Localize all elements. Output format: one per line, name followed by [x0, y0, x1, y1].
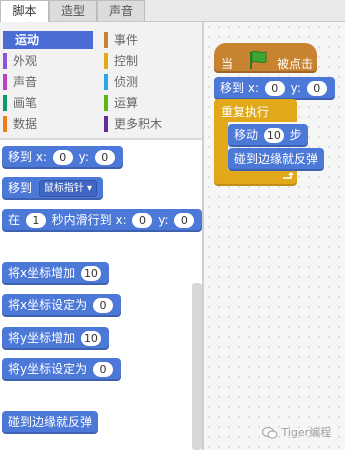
category-swatch [3, 74, 7, 90]
script-bounce-block[interactable]: 碰到边缘就反弹 [228, 148, 325, 171]
change-y-block[interactable]: 将y坐标增加 10 [2, 327, 109, 350]
script-goto-xy-block[interactable]: 移到 x: 0 y: 0 [214, 77, 335, 100]
editor-tabs: 脚本 造型 声音 [0, 0, 345, 22]
set-y-input[interactable]: 0 [92, 362, 113, 377]
forever-block[interactable]: 重复执行 [214, 99, 297, 122]
y-input[interactable]: 0 [306, 81, 327, 96]
target-dropdown[interactable]: 鼠标指针 ▾ [38, 180, 98, 197]
tab-sounds[interactable]: 声音 [97, 0, 145, 21]
category-control[interactable]: 控制 [104, 52, 194, 70]
y-input[interactable]: 0 [94, 150, 115, 165]
x-input[interactable]: 0 [52, 150, 73, 165]
tab-costumes[interactable]: 造型 [49, 0, 97, 21]
category-swatch [104, 116, 108, 132]
category-swatch [104, 53, 108, 69]
category-swatch [3, 32, 7, 48]
category-swatch [104, 32, 108, 48]
category-pen[interactable]: 画笔 [3, 94, 93, 112]
category-swatch [3, 116, 7, 132]
wechat-icon [262, 427, 278, 439]
category-looks[interactable]: 外观 [3, 52, 93, 70]
block-categories: 运动 外观 声音 画笔 数据 事件 控制 侦测 运算 更多积木 [0, 22, 202, 138]
category-data[interactable]: 数据 [3, 115, 93, 133]
category-swatch [104, 95, 108, 111]
category-swatch [3, 53, 7, 69]
category-sound[interactable]: 声音 [3, 73, 93, 91]
forever-block-arm [214, 122, 228, 172]
tab-scripts[interactable]: 脚本 [0, 0, 49, 22]
category-events[interactable]: 事件 [104, 31, 194, 49]
goto-target-block[interactable]: 移到 鼠标指针 ▾ [2, 177, 104, 200]
x-input[interactable]: 0 [264, 81, 285, 96]
glide-block[interactable]: 在 1 秒内滑行到 x: 0 y: 0 [2, 209, 203, 232]
set-y-block[interactable]: 将y坐标设定为 0 [2, 358, 121, 381]
secs-input[interactable]: 1 [25, 213, 46, 228]
change-x-input[interactable]: 10 [80, 266, 101, 281]
loop-arrow-icon [283, 172, 294, 179]
steps-input[interactable]: 10 [263, 128, 284, 143]
change-x-block[interactable]: 将x坐标增加 10 [2, 262, 109, 285]
green-flag-icon [250, 50, 267, 69]
category-swatch [3, 95, 7, 111]
palette-scrollbar[interactable] [192, 283, 202, 450]
watermark: Tiger编程 [262, 424, 331, 440]
change-y-input[interactable]: 10 [80, 331, 101, 346]
x-input[interactable]: 0 [132, 213, 153, 228]
category-more-blocks[interactable]: 更多积木 [104, 115, 194, 133]
category-motion[interactable]: 运动 [3, 31, 93, 49]
category-operators[interactable]: 运算 [104, 94, 194, 112]
bounce-block[interactable]: 碰到边缘就反弹 [2, 411, 99, 434]
set-x-input[interactable]: 0 [92, 298, 113, 313]
category-sensing[interactable]: 侦测 [104, 73, 194, 91]
script-move-block[interactable]: 移动 10 步 [228, 124, 308, 147]
category-swatch [104, 74, 108, 90]
when-flag-clicked-block[interactable]: 当 被点击 [214, 43, 317, 73]
y-input[interactable]: 0 [174, 213, 195, 228]
forever-block-bottom [214, 170, 297, 186]
goto-xy-block[interactable]: 移到 x: 0 y: 0 [2, 146, 123, 169]
set-x-block[interactable]: 将x坐标设定为 0 [2, 294, 121, 317]
